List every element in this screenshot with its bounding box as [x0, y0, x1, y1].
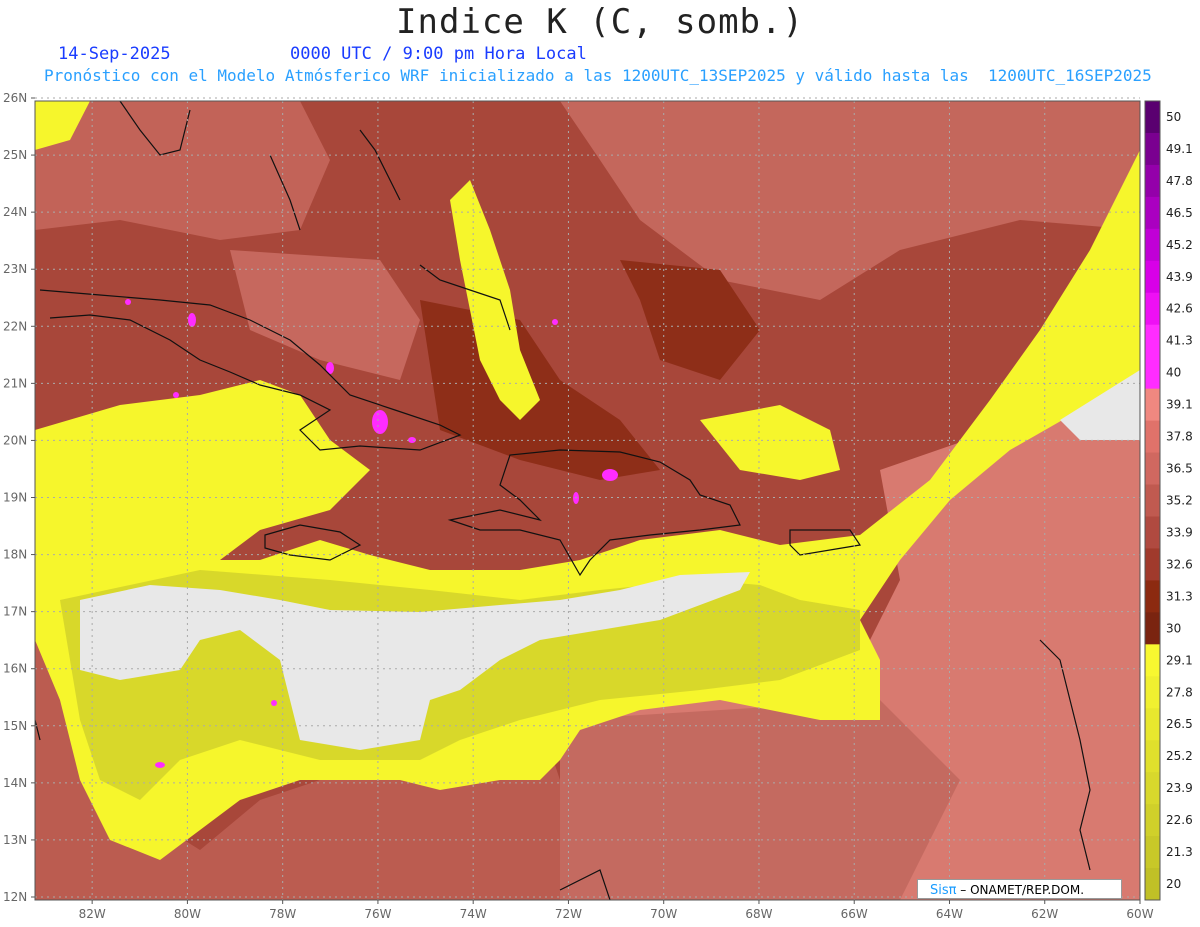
colorbar-swatch — [1145, 228, 1160, 262]
lon-label: 76W — [364, 907, 391, 921]
lat-label: 17N — [3, 605, 27, 619]
colorbar-label: 30 — [1166, 621, 1181, 635]
credit-text: – ONAMET/REP.DOM. — [960, 883, 1085, 897]
colorbar-label: 47.8 — [1166, 174, 1193, 188]
lat-label: 20N — [3, 433, 27, 447]
colorbar-label: 31.3 — [1166, 589, 1193, 603]
forecast-time: 0000 UTC / 9:00 pm Hora Local — [290, 44, 587, 64]
colorbar-swatch — [1145, 516, 1160, 549]
lat-label: 25N — [3, 148, 27, 162]
lat-label: 21N — [3, 376, 27, 390]
colorbar-swatch — [1145, 132, 1160, 166]
colorbar: 50 49.1 47.8 46.5 45.2 43.9 42.6 41.3 40 39.1 37.8… — [1144, 100, 1193, 901]
lon-label: 74W — [460, 907, 487, 921]
colorbar-label: 33.9 — [1166, 525, 1193, 539]
colorbar-swatch — [1145, 196, 1160, 230]
colorbar-label: 20 — [1166, 877, 1181, 891]
lat-label: 13N — [3, 833, 27, 847]
lon-label: 82W — [79, 907, 106, 921]
map-field — [35, 101, 1140, 900]
colorbar-label: 42.6 — [1166, 302, 1193, 316]
lat-label: 22N — [3, 319, 27, 333]
colorbar-swatch — [1145, 484, 1160, 517]
colorbar-label: 21.3 — [1166, 845, 1193, 859]
colorbar-label: 25.2 — [1166, 749, 1193, 763]
colorbar-label: 50 — [1166, 110, 1181, 124]
colorbar-label: 41.3 — [1166, 334, 1193, 348]
colorbar-swatch — [1145, 772, 1160, 805]
lon-label: 68W — [745, 907, 772, 921]
lat-label: 14N — [3, 776, 27, 790]
colorbar-label: 36.5 — [1166, 462, 1193, 476]
lat-axis: 26N 25N 24N 23N 22N 21N 20N 19N 18N 17N 16N 15N 14N 1… — [3, 91, 35, 904]
colorbar-swatch — [1145, 452, 1160, 486]
colorbar-label: 27.8 — [1166, 685, 1193, 699]
lon-label: 72W — [555, 907, 582, 921]
colorbar-label: 23.9 — [1166, 781, 1193, 795]
lon-label: 62W — [1031, 907, 1058, 921]
colorbar-swatch — [1145, 868, 1160, 901]
lon-label: 80W — [174, 907, 201, 921]
lon-label: 64W — [936, 907, 963, 921]
lat-label: 26N — [3, 91, 27, 105]
colorbar-label: 49.1 — [1166, 142, 1193, 156]
colorbar-swatch — [1145, 644, 1160, 677]
lat-label: 16N — [3, 662, 27, 676]
colorbar-label: 43.9 — [1166, 270, 1193, 284]
map-title: Indice K (C, somb.) — [396, 2, 804, 42]
lat-label: 24N — [3, 205, 27, 219]
colorbar-swatch — [1145, 580, 1160, 613]
forecast-subtitle: Pronóstico con el Modelo Atmósferico WRF… — [44, 66, 1152, 85]
colorbar-label: 35.2 — [1166, 494, 1193, 508]
colorbar-label: 39.1 — [1166, 398, 1193, 412]
forecast-date: 14-Sep-2025 — [58, 44, 171, 64]
lat-label: 23N — [3, 262, 27, 276]
sispi-logo: Sisπ — [930, 883, 957, 898]
colorbar-label: 26.5 — [1166, 717, 1193, 731]
colorbar-swatch — [1145, 101, 1160, 134]
lon-axis: 82W 80W 78W 76W 74W 72W 70W 68W 66W 64W 62W 60W — [79, 900, 1154, 921]
forecast-map: 26N 25N 24N 23N 22N 21N 20N 19N 18N 17N 16N 15N 14N 1… — [3, 91, 1193, 921]
lon-label: 70W — [650, 907, 677, 921]
colorbar-swatch — [1145, 356, 1160, 390]
lon-label: 78W — [269, 907, 296, 921]
colorbar-swatch — [1145, 804, 1160, 837]
lat-label: 12N — [3, 890, 27, 904]
colorbar-swatch — [1145, 740, 1160, 773]
colorbar-label: 22.6 — [1166, 813, 1193, 827]
lat-label: 18N — [3, 548, 27, 562]
colorbar-label: 37.8 — [1166, 430, 1193, 444]
lon-label: 66W — [841, 907, 868, 921]
colorbar-label: 45.2 — [1166, 238, 1193, 252]
field-red-mid-se — [560, 700, 960, 900]
credit-box: Sisπ – ONAMET/REP.DOM. — [917, 879, 1122, 899]
lon-label: 60W — [1126, 907, 1153, 921]
colorbar-swatch — [1145, 836, 1160, 869]
colorbar-swatch — [1145, 292, 1160, 326]
colorbar-swatch — [1145, 420, 1160, 454]
lat-label: 19N — [3, 491, 27, 505]
colorbar-label: 32.6 — [1166, 557, 1193, 571]
colorbar-swatch — [1145, 324, 1160, 358]
colorbar-swatch — [1145, 548, 1160, 581]
colorbar-swatch — [1145, 708, 1160, 741]
colorbar-label: 29.1 — [1166, 653, 1193, 667]
colorbar-swatch — [1145, 260, 1160, 294]
colorbar-swatch — [1145, 612, 1160, 645]
lat-label: 15N — [3, 719, 27, 733]
colorbar-swatch — [1145, 388, 1160, 422]
colorbar-label: 46.5 — [1166, 206, 1193, 220]
colorbar-label: 40 — [1166, 366, 1181, 380]
colorbar-swatch — [1145, 164, 1160, 198]
colorbar-swatch — [1145, 676, 1160, 709]
